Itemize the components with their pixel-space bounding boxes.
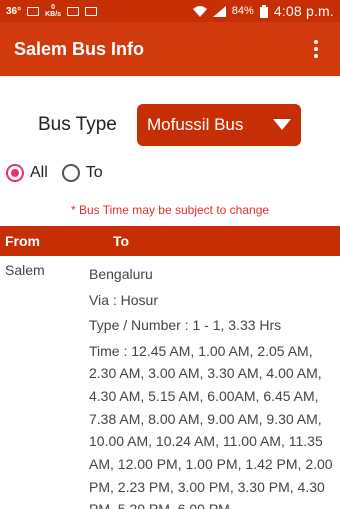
app-bar: Salem Bus Info xyxy=(0,22,340,76)
radio-all-indicator[interactable] xyxy=(6,164,24,182)
dropdown-arrow-icon xyxy=(273,119,291,130)
row-destination: Bengaluru xyxy=(89,266,153,282)
radio-to[interactable]: To xyxy=(61,164,103,182)
row-times: Time : 12.45 AM, 1.00 AM, 2.05 AM, 2.30 … xyxy=(89,342,333,509)
app-title: Salem Bus Info xyxy=(14,38,145,59)
row-via: Via : Hosur xyxy=(89,291,158,308)
row-from: Salem xyxy=(5,262,45,278)
wifi-icon xyxy=(192,5,207,17)
signal-icon xyxy=(212,5,226,17)
temperature-text: 36° xyxy=(6,5,22,17)
radio-all-label: All xyxy=(30,164,48,181)
overflow-menu-icon[interactable] xyxy=(306,37,326,61)
close-box-icon xyxy=(85,6,98,16)
row-to-details: Bengaluru Via : Hosur Type / Number : 1 … xyxy=(89,262,337,509)
image-icon xyxy=(67,6,80,16)
column-header-from: From xyxy=(5,233,40,249)
radio-to-label: To xyxy=(85,164,103,181)
status-left: 36° 0 KB/s xyxy=(6,4,98,18)
bus-type-selected-value: Mofussil Bus xyxy=(147,115,244,134)
data-rate-text: 0 KB/s xyxy=(45,4,62,18)
battery-icon xyxy=(259,4,268,18)
radio-all[interactable]: All xyxy=(6,164,48,182)
bus-type-label: Bus Type xyxy=(38,114,117,135)
direction-radio-group: All To xyxy=(6,162,103,184)
bus-type-row: Bus Type Mofussil Bus xyxy=(0,104,340,146)
bus-time-notice: * Bus Time may be subject to change xyxy=(70,203,270,217)
column-header-to: To xyxy=(113,233,130,249)
battery-percent: 84% xyxy=(231,5,254,17)
mail-icon xyxy=(27,6,40,16)
status-bar: 36° 0 KB/s 84% 4:08 p.m. xyxy=(0,0,340,22)
radio-to-indicator[interactable] xyxy=(61,164,80,182)
row-type-number: Type / Number : 1 - 1, 3.33 Hrs xyxy=(89,317,282,333)
clock-time: 4:08 p.m. xyxy=(273,3,334,19)
status-right: 84% 4:08 p.m. xyxy=(192,3,334,19)
bus-type-dropdown[interactable]: Mofussil Bus xyxy=(137,104,301,146)
table-header: From To xyxy=(0,226,340,256)
